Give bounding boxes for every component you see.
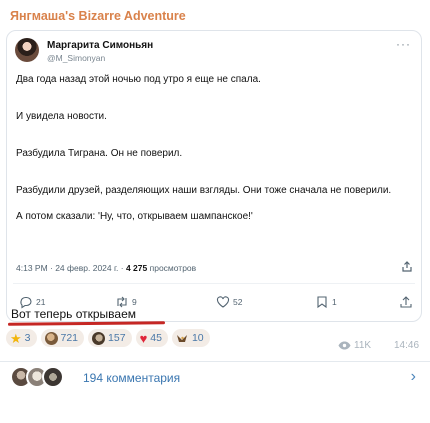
reaction-heart[interactable]: ♥ 45 [135,329,168,347]
star-icon: ★ [10,330,22,346]
divider [13,283,415,284]
tweet-views-count: 4 275 [125,263,148,273]
tweet-time-date: 4:13 PM · 24 февр. 2024 г. · [16,263,126,273]
like-count: 52 [233,297,243,307]
author-avatar[interactable] [15,38,39,62]
author-handle[interactable]: @M_Simonyan [47,53,105,63]
reaction-face-1[interactable]: 721 [40,329,85,347]
commenter-avatars[interactable] [10,366,70,388]
reaction-count: 157 [108,332,126,344]
divider [0,361,430,362]
heart-icon [216,296,230,308]
reactions-bar: ★ 3 721 157 ♥ 45 10 [6,329,210,347]
tweet-paragraph: Разбудили друзей, разделяющих наши взгля… [16,185,392,196]
reaction-star[interactable]: ★ 3 [6,329,37,347]
avatar [42,366,64,388]
reply-count: 21 [36,297,46,307]
bookmark-count: 1 [332,297,337,307]
reaction-count: 3 [24,332,31,344]
channel-title[interactable]: Янгмаша's Bizarre Adventure [10,9,186,23]
reaction-count: 721 [60,332,79,344]
upload-icon [400,296,412,308]
post-views: 11K [338,340,371,351]
more-options-icon[interactable]: ··· [396,37,411,51]
share-button[interactable] [399,295,413,309]
reaction-count: 45 [150,332,162,344]
views-count: 11K [354,340,372,351]
tweet-meta: 4:13 PM · 24 февр. 2024 г. · 4 275 просм… [16,263,196,273]
eye-icon [338,341,351,350]
heart-emoji-icon: ♥ [139,330,148,346]
face-emoji-icon [44,331,58,345]
tweet-paragraph: Два года назад этой ночью под утро я еще… [16,74,261,85]
share-icon[interactable] [401,261,413,273]
like-button[interactable]: 52 [216,295,242,309]
bookmark-button[interactable]: 1 [315,295,337,309]
tweet-paragraph: И увидела новости. [16,111,107,122]
tweet-text: Два года назад этой ночью под утро я еще… [16,73,412,247]
reaction-bird[interactable]: 10 [171,329,210,347]
post-time: 14:46 [394,340,420,351]
retweet-count: 9 [132,297,137,307]
chevron-right-icon[interactable]: › [411,368,416,386]
reaction-count: 10 [191,332,204,344]
author-name[interactable]: Маргарита Симоньян [47,40,153,51]
tweet-paragraph: А потом сказали: 'Ну, что, открываем шам… [16,211,253,222]
message-text: Вот теперь открываем [11,307,137,321]
tweet-views-label: просмотров [147,263,197,273]
face-emoji-icon [92,331,106,345]
red-underline [7,321,166,326]
reaction-face-2[interactable]: 157 [88,329,132,347]
tweet-card[interactable]: Маргарита Симоньян @M_Simonyan ··· Два г… [6,30,422,322]
bookmark-icon [317,296,327,309]
comments-link[interactable]: 194 комментария [83,371,180,385]
tweet-paragraph: Разбудила Тиграна. Он не поверил. [16,148,183,159]
bird-emoji-icon [176,334,187,342]
